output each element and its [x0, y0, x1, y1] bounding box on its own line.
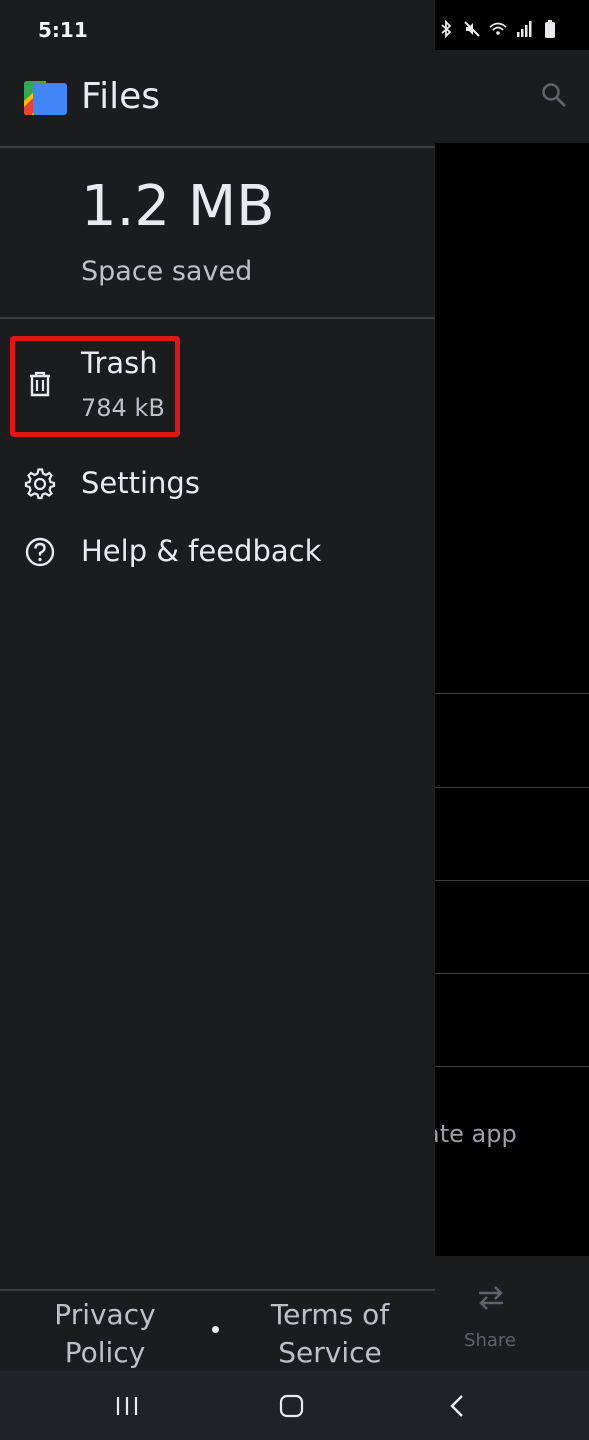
share-label[interactable]: Share: [435, 1330, 545, 1351]
drawer-item-settings[interactable]: Settings: [0, 452, 435, 518]
background-partial-text: ate app: [425, 1120, 517, 1148]
signal-icon: [517, 21, 532, 37]
recent-apps-icon[interactable]: [112, 1393, 142, 1419]
terms-of-service-link[interactable]: Terms of Service: [255, 1296, 405, 1372]
background-divider: [435, 693, 589, 694]
background-divider: [435, 973, 589, 974]
background-app: ate app Share: [425, 0, 589, 1440]
bluetooth-icon: [441, 20, 452, 38]
drawer-item-label: Settings: [81, 466, 200, 500]
wifi-icon: [489, 22, 507, 35]
background-divider: [435, 1066, 589, 1067]
status-time: 5:11: [38, 18, 88, 42]
space-saved-value: 1.2 MB: [81, 174, 275, 239]
home-icon[interactable]: [277, 1393, 307, 1419]
battery-icon: [545, 20, 555, 38]
share-arrows-icon[interactable]: [475, 1282, 507, 1314]
background-divider: [435, 787, 589, 788]
files-logo-icon: [24, 81, 67, 115]
background-toolbar: [435, 50, 589, 143]
background-divider: [435, 880, 589, 881]
footer-separator-dot: [212, 1326, 219, 1333]
drawer-footer: Privacy Policy Terms of Service: [0, 1290, 435, 1371]
search-icon[interactable]: [541, 82, 567, 108]
header-divider: [0, 146, 435, 148]
drawer-header: Files: [0, 60, 435, 146]
storage-divider: [0, 317, 435, 319]
status-bar: 5:11: [0, 0, 589, 60]
system-navigation-bar: [0, 1371, 589, 1440]
highlight-annotation: [10, 336, 180, 437]
space-saved-label: Space saved: [81, 256, 253, 287]
background-bottom-bar: [435, 1256, 589, 1371]
privacy-policy-link[interactable]: Privacy Policy: [40, 1296, 170, 1372]
help-circle-icon: [25, 537, 55, 567]
back-icon[interactable]: [443, 1393, 473, 1419]
navigation-drawer: Files 1.2 MB Space saved Trash 784 kB Se…: [0, 0, 435, 1371]
status-icons: [437, 20, 559, 38]
drawer-item-help-feedback[interactable]: Help & feedback: [0, 520, 435, 586]
app-title: Files: [81, 76, 160, 117]
drawer-item-label: Help & feedback: [81, 534, 322, 568]
settings-gear-icon: [24, 468, 56, 500]
mute-icon: [464, 21, 480, 37]
